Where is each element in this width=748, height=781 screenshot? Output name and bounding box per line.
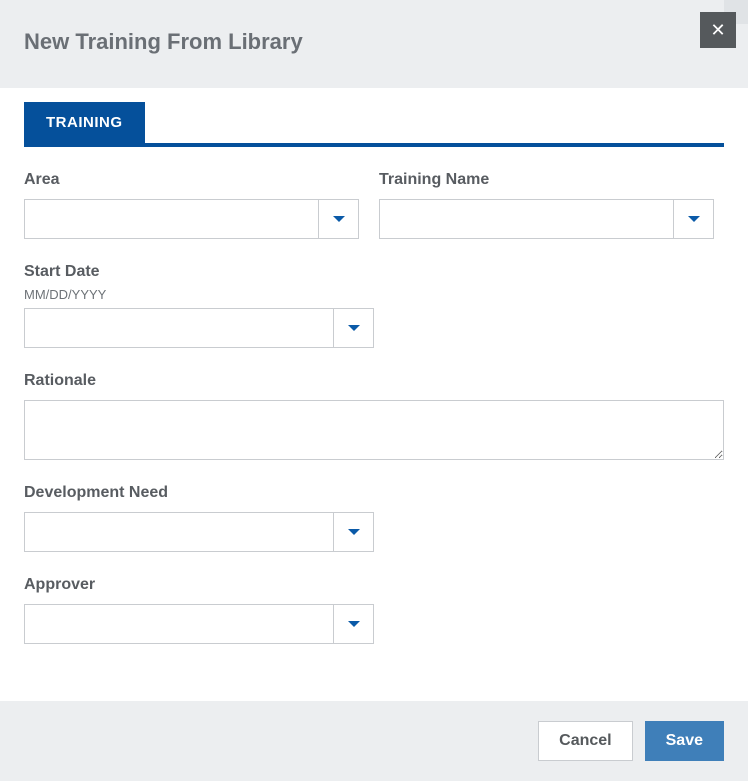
row-devneed: Development Need <box>24 484 724 552</box>
label-approver: Approver <box>24 576 374 594</box>
field-area: Area <box>24 171 359 239</box>
close-button-wrap: ✕ <box>724 0 748 24</box>
area-dropdown-button[interactable] <box>318 200 358 238</box>
approver-dropdown-button[interactable] <box>333 605 373 643</box>
form-body: Area Training Name <box>0 147 748 701</box>
field-rationale: Rationale <box>24 372 724 460</box>
label-rationale: Rationale <box>24 372 724 390</box>
hint-start-date: MM/DD/YYYY <box>24 287 374 302</box>
approver-input[interactable] <box>25 605 333 643</box>
new-training-dialog: New Training From Library ✕ TRAINING Are… <box>0 0 748 781</box>
chevron-down-icon <box>333 216 345 222</box>
rationale-textarea[interactable] <box>24 400 724 460</box>
row-approver: Approver <box>24 576 724 644</box>
development-need-combo <box>24 512 374 552</box>
label-area: Area <box>24 171 359 189</box>
development-need-dropdown-button[interactable] <box>333 513 373 551</box>
row-rationale: Rationale <box>24 372 724 460</box>
dialog-title: New Training From Library <box>24 29 303 55</box>
row-startdate: Start Date MM/DD/YYYY <box>24 263 724 348</box>
training-name-input[interactable] <box>380 200 673 238</box>
save-button[interactable]: Save <box>645 721 724 761</box>
area-combo <box>24 199 359 239</box>
chevron-down-icon <box>688 216 700 222</box>
cancel-button[interactable]: Cancel <box>538 721 632 761</box>
close-button[interactable]: ✕ <box>700 12 736 48</box>
start-date-combo <box>24 308 374 348</box>
label-training-name: Training Name <box>379 171 714 189</box>
field-development-need: Development Need <box>24 484 374 552</box>
area-input[interactable] <box>25 200 318 238</box>
row-area-trainingname: Area Training Name <box>24 171 724 239</box>
training-name-combo <box>379 199 714 239</box>
label-start-date: Start Date <box>24 263 374 281</box>
start-date-dropdown-button[interactable] <box>333 309 373 347</box>
label-development-need: Development Need <box>24 484 374 502</box>
field-approver: Approver <box>24 576 374 644</box>
field-start-date: Start Date MM/DD/YYYY <box>24 263 374 348</box>
field-training-name: Training Name <box>379 171 714 239</box>
development-need-input[interactable] <box>25 513 333 551</box>
chevron-down-icon <box>348 325 360 331</box>
tabs-container: TRAINING <box>0 88 748 147</box>
tab-training[interactable]: TRAINING <box>24 102 145 143</box>
close-icon: ✕ <box>710 20 725 41</box>
approver-combo <box>24 604 374 644</box>
dialog-header: New Training From Library ✕ <box>0 0 748 88</box>
tabs: TRAINING <box>24 102 724 147</box>
training-name-dropdown-button[interactable] <box>673 200 713 238</box>
dialog-footer: Cancel Save <box>0 701 748 781</box>
start-date-input[interactable] <box>25 309 333 347</box>
chevron-down-icon <box>348 529 360 535</box>
chevron-down-icon <box>348 621 360 627</box>
